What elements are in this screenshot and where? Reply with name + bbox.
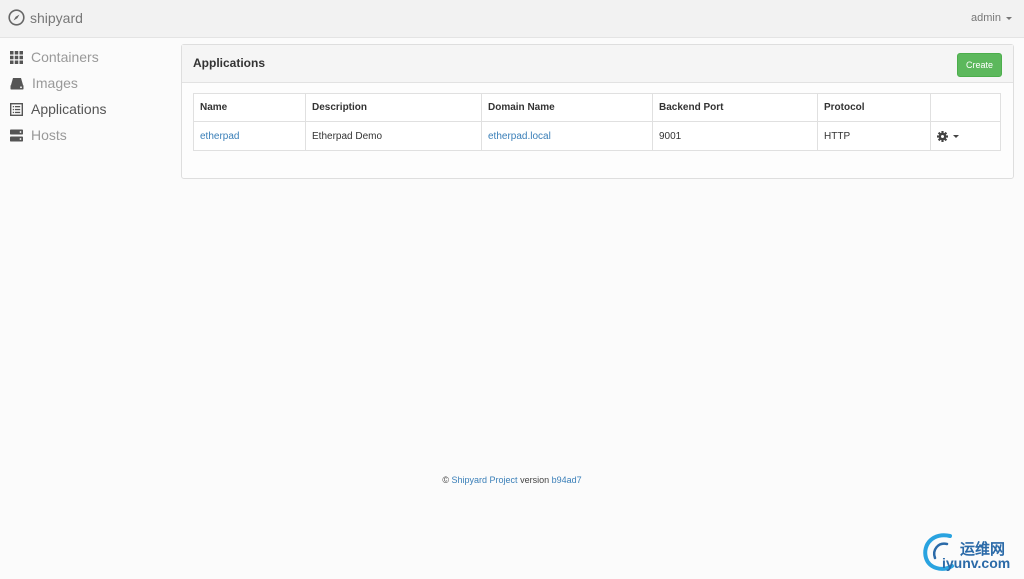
list-alt-icon [10,102,23,116]
watermark-en-text: iyunv.com [942,555,1011,571]
row-actions-dropdown[interactable] [937,130,994,142]
copyright-symbol: © [442,475,449,485]
version-link[interactable]: b94ad7 [552,475,582,485]
caret-down-icon [1006,16,1012,20]
sidebar-item-label: Containers [31,49,99,65]
column-header-domain: Domain Name [481,93,653,122]
gear-icon [937,130,948,142]
sidebar-item-label: Hosts [31,127,67,143]
column-header-protocol: Protocol [817,93,931,122]
top-navbar: shipyard admin [0,0,1024,38]
cell-protocol: HTTP [817,121,931,151]
brand-link[interactable]: shipyard [8,9,83,26]
compass-icon [8,9,25,26]
panel-heading: Applications Create [182,45,1013,83]
version-label: version [520,475,550,485]
column-header-actions [930,93,1001,122]
user-menu-dropdown[interactable]: admin [971,12,1012,24]
caret-down-icon [953,134,959,138]
app-name-link[interactable]: etherpad [200,131,239,142]
hdd-icon [10,77,24,89]
server-icon [10,129,23,141]
sidebar-item-label: Images [32,75,78,91]
sidebar-nav: Containers Images Applications Hosts [0,44,170,148]
sidebar-item-containers[interactable]: Containers [0,44,170,70]
user-name: admin [971,12,1001,24]
page-title: Applications [193,56,266,70]
table-row: etherpad Etherpad Demo etherpad.local 90… [193,121,1001,151]
sidebar-item-images[interactable]: Images [0,70,170,96]
brand-name: shipyard [30,9,83,26]
column-header-name: Name [193,93,306,122]
domain-link[interactable]: etherpad.local [488,131,551,142]
applications-table: Name Description Domain Name Backend Por… [193,93,1001,151]
cell-port: 9001 [652,121,818,151]
cell-domain: etherpad.local [481,121,653,151]
sidebar-item-applications[interactable]: Applications [0,96,170,122]
sidebar-item-label: Applications [31,101,107,117]
sidebar-item-hosts[interactable]: Hosts [0,122,170,148]
table-header-row: Name Description Domain Name Backend Por… [193,93,1001,122]
create-button[interactable]: Create [957,53,1002,77]
cell-actions [930,121,1001,151]
column-header-port: Backend Port [652,93,818,122]
cell-description: Etherpad Demo [305,121,482,151]
applications-panel: Applications Create Name Description Dom… [181,44,1014,179]
cell-name: etherpad [193,121,306,151]
project-link[interactable]: Shipyard Project [452,475,518,485]
footer: © Shipyard Project version b94ad7 [0,475,1024,485]
column-header-description: Description [305,93,482,122]
watermark-logo: 运维网 iyunv.com [920,528,1020,574]
grid-icon [10,50,23,64]
